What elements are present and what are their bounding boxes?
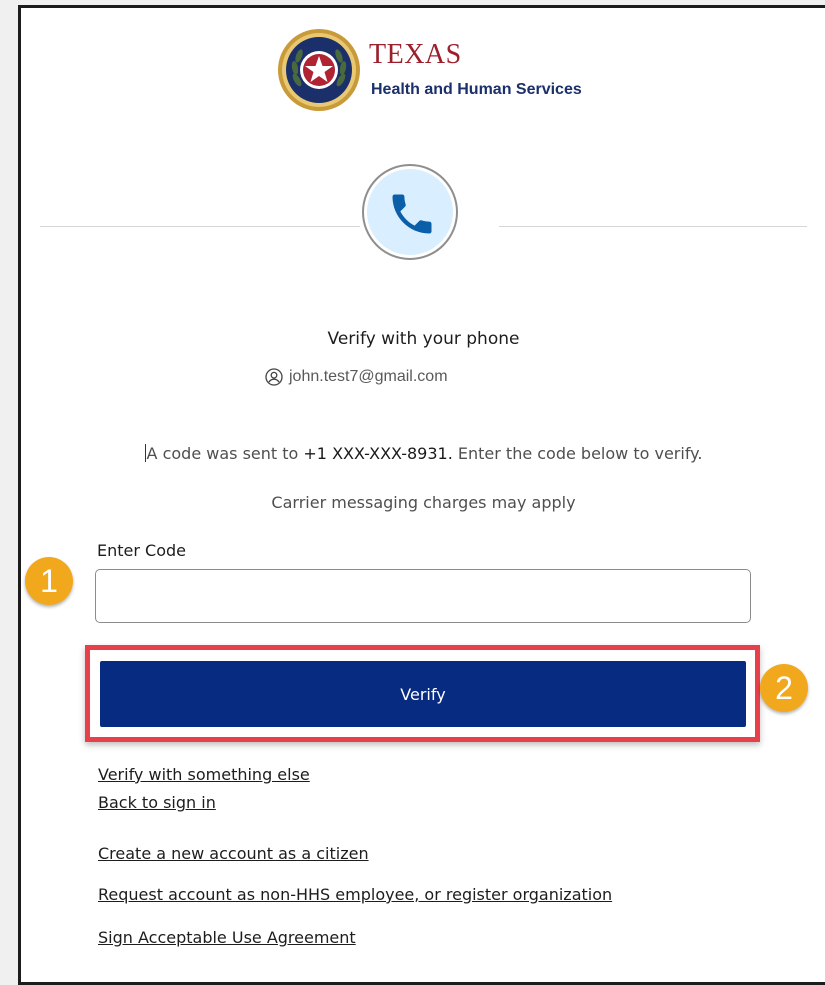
- logo-title: TEXAS: [369, 39, 462, 70]
- user-circle-icon: [265, 368, 283, 386]
- back-to-sign-in-link[interactable]: Back to sign in: [98, 793, 216, 812]
- phone-icon: [392, 194, 432, 234]
- texas-star-seal-icon: [278, 29, 360, 111]
- sign-agreement-link[interactable]: Sign Acceptable Use Agreement: [98, 928, 356, 947]
- request-account-link[interactable]: Request account as non-HHS employee, or …: [98, 885, 612, 904]
- code-input[interactable]: [95, 569, 751, 623]
- divider-left: [40, 226, 360, 227]
- code-sent-prefix: A code was sent to: [146, 444, 304, 463]
- step-callout-1: 1: [25, 557, 73, 605]
- verify-something-else-link[interactable]: Verify with something else: [98, 765, 310, 784]
- user-email: john.test7@gmail.com: [289, 368, 448, 385]
- texas-hhs-logo: TEXAS Health and Human Services: [277, 28, 597, 112]
- carrier-note: Carrier messaging charges may apply: [271, 493, 576, 512]
- verify-button[interactable]: Verify: [100, 661, 746, 727]
- code-label: Enter Code: [97, 541, 186, 560]
- verify-card: TEXAS Health and Human Services Verify w…: [18, 5, 825, 985]
- masked-phone-number: +1 XXX-XXX-8931.: [303, 444, 453, 463]
- text-cursor: [144, 444, 146, 462]
- divider-right: [499, 226, 807, 227]
- step-callout-2: 2: [760, 664, 808, 712]
- create-account-link[interactable]: Create a new account as a citizen: [98, 844, 369, 863]
- code-sent-suffix: Enter the code below to verify.: [452, 444, 703, 463]
- logo-subtitle: Health and Human Services: [371, 81, 582, 98]
- code-sent-message: A code was sent to +1 XXX-XXX-8931. Ente…: [21, 444, 825, 463]
- phone-badge: [362, 164, 458, 260]
- verify-highlight-frame: Verify: [85, 645, 760, 742]
- page-title: Verify with your phone: [327, 329, 520, 349]
